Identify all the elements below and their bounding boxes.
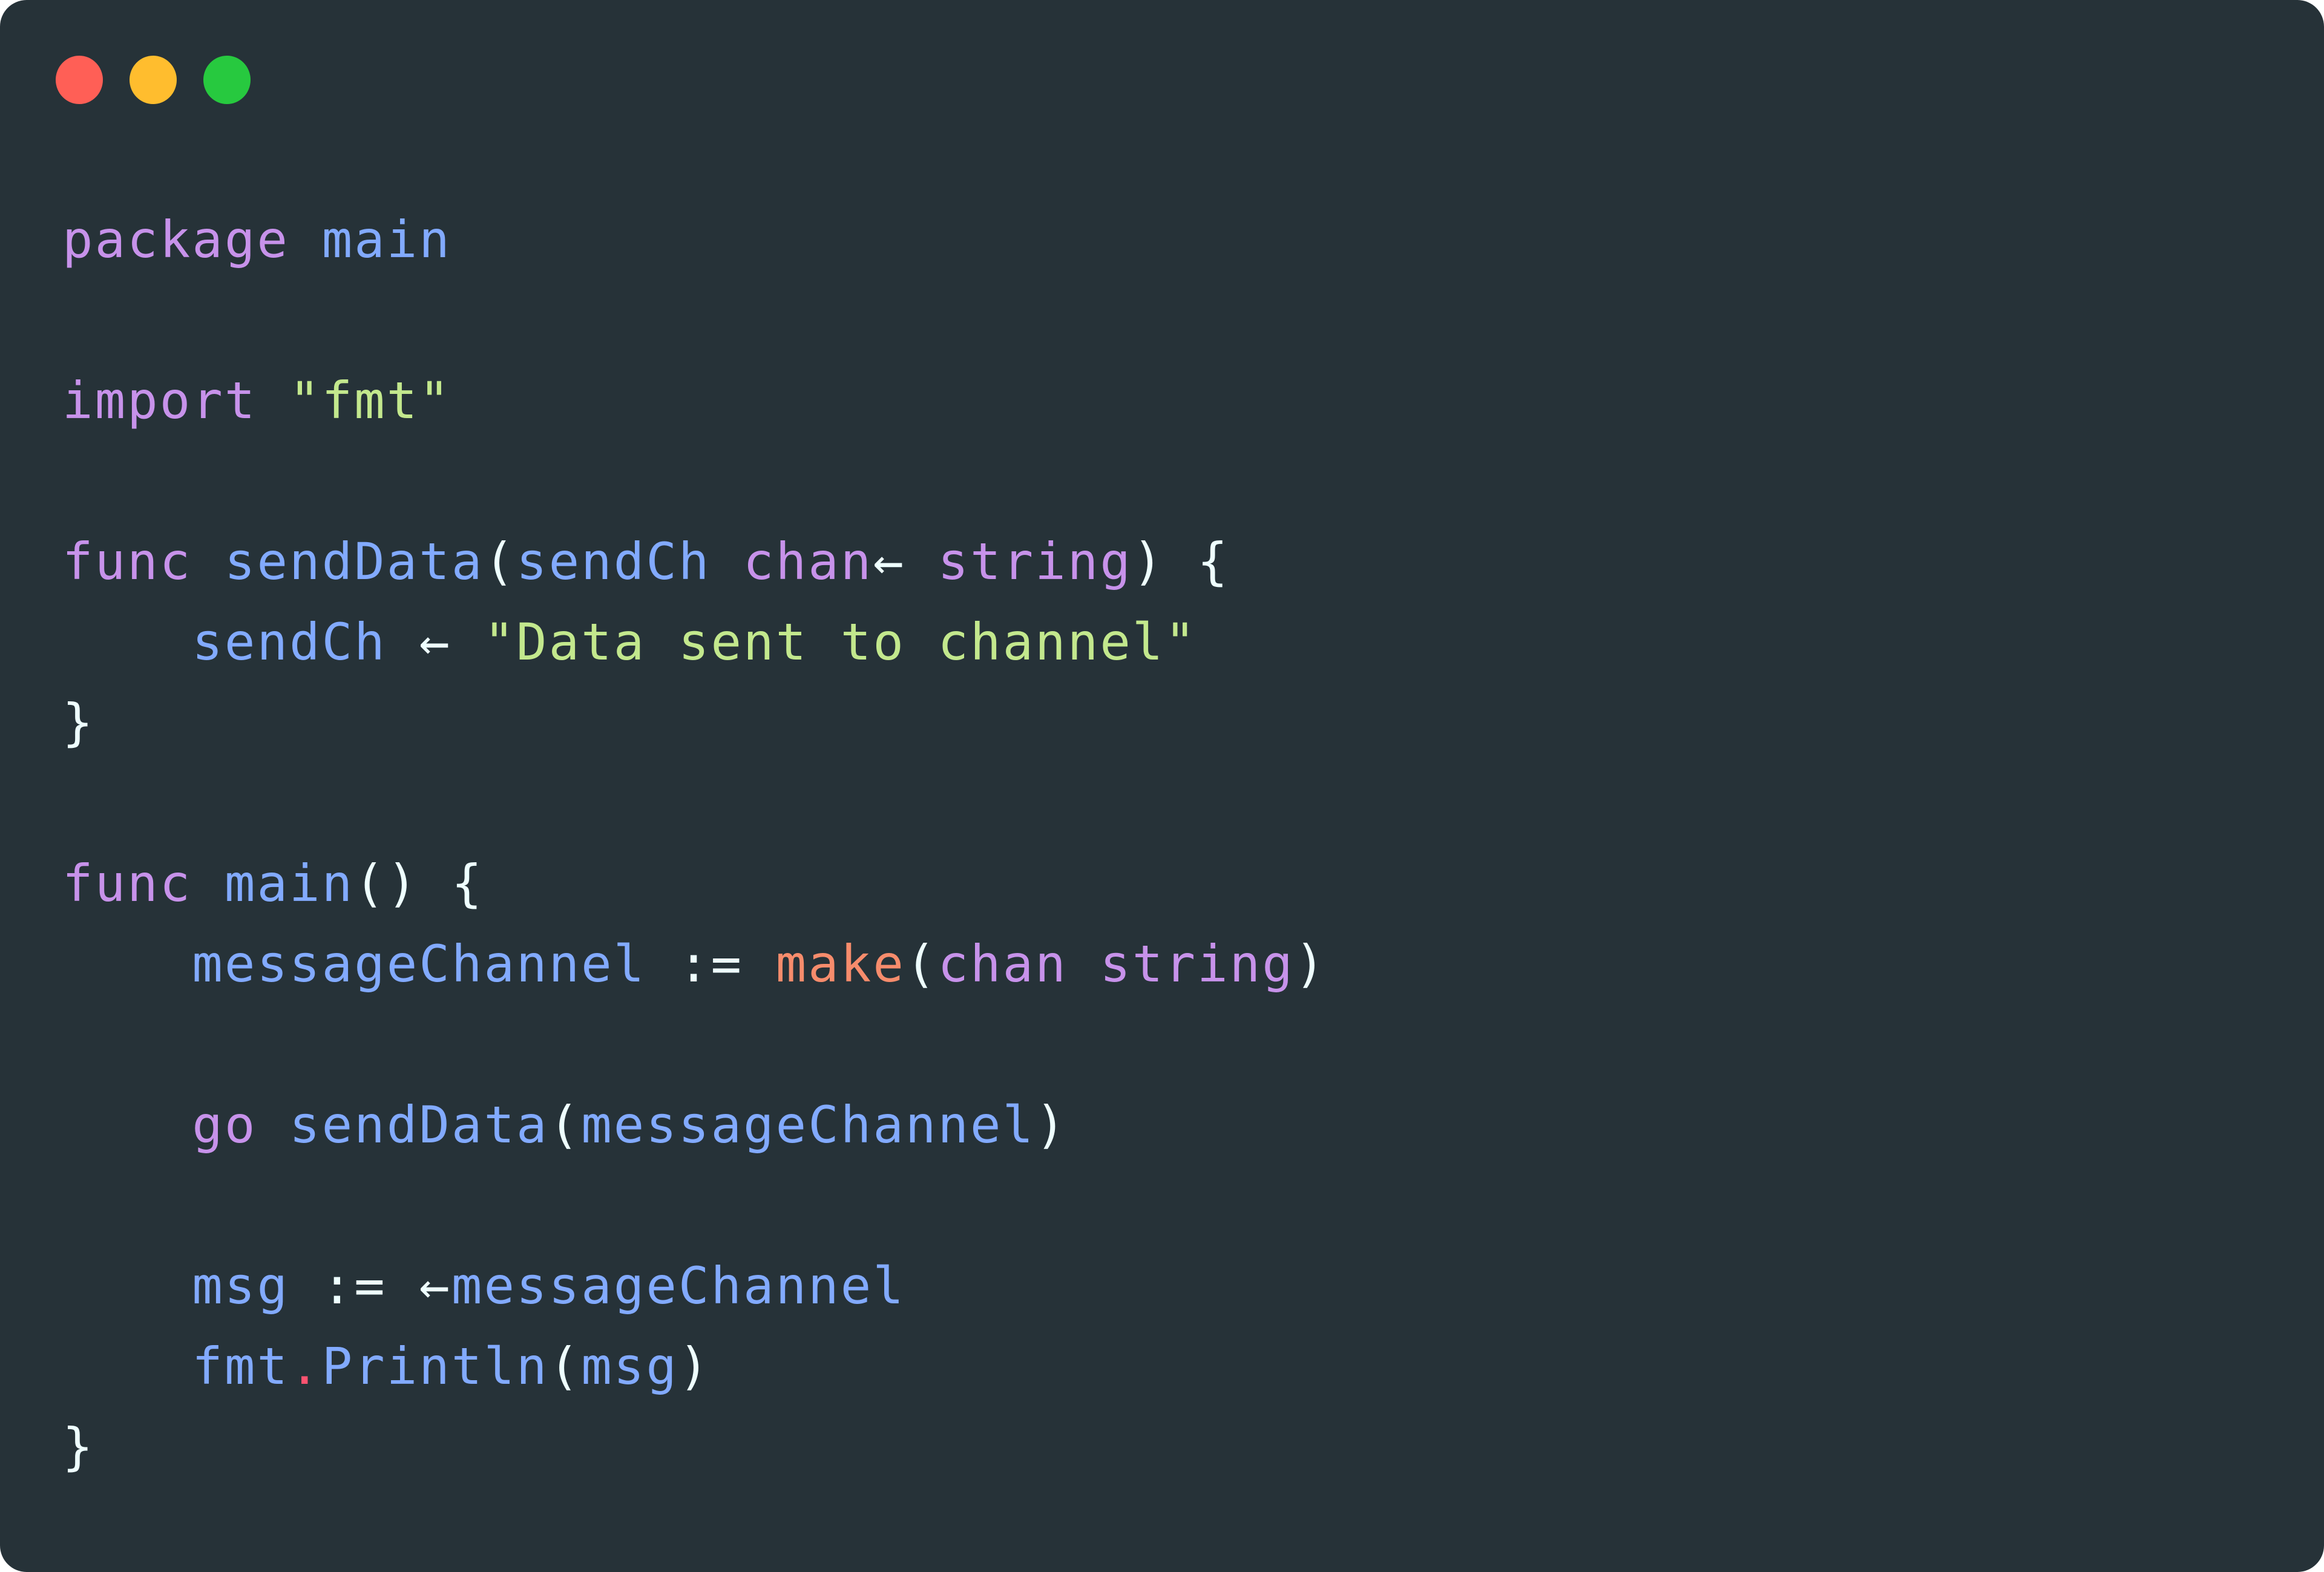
code-line: fmt.Println(msg) xyxy=(62,1326,1327,1407)
code-token: msg xyxy=(192,1256,290,1315)
code-token: sendCh xyxy=(192,612,387,672)
code-line: messageChannel := make(chan string) xyxy=(62,924,1327,1004)
code-line: msg := ←messageChannel xyxy=(62,1246,1327,1326)
code-token: fmt xyxy=(192,1337,290,1396)
code-line: import "fmt" xyxy=(62,361,1327,441)
maximize-button[interactable] xyxy=(203,56,251,104)
code-token: string xyxy=(1100,934,1295,994)
code-token: ( xyxy=(548,1095,582,1154)
code-token: ) { xyxy=(1132,532,1230,591)
code-line: func main() { xyxy=(62,843,1327,924)
close-button[interactable] xyxy=(56,56,103,104)
code-token: main xyxy=(321,210,451,269)
code-token: () { xyxy=(354,854,484,913)
code-window: package main import "fmt" func sendData(se… xyxy=(0,0,2324,1572)
code-token: ) xyxy=(678,1337,711,1396)
code-line: } xyxy=(62,1407,1327,1487)
code-token: main xyxy=(224,854,355,913)
code-token: msg xyxy=(581,1337,678,1396)
code-token: "Data sent to channel" xyxy=(484,612,1198,672)
code-token: ( xyxy=(905,934,938,994)
code-token: ) xyxy=(1294,934,1327,994)
code-token: chan xyxy=(743,532,873,591)
code-line: package main xyxy=(62,200,1327,280)
code-token: func xyxy=(62,854,192,913)
code-token: package xyxy=(62,210,290,269)
code-token: } xyxy=(62,1417,95,1476)
code-token: func xyxy=(62,532,192,591)
code-token: ( xyxy=(484,532,517,591)
code-token: "fmt" xyxy=(289,371,451,430)
code-line: sendCh ← "Data sent to channel" xyxy=(62,602,1327,683)
code-line: go sendData(messageChannel) xyxy=(62,1085,1327,1165)
code-token: Println xyxy=(321,1337,549,1396)
code-token: ( xyxy=(548,1337,582,1396)
code-token: sendData xyxy=(224,532,484,591)
code-token: go xyxy=(192,1095,257,1154)
code-token: := xyxy=(646,934,776,994)
code-token: ) xyxy=(1035,1095,1068,1154)
code-block: package main import "fmt" func sendData(se… xyxy=(62,200,1327,1487)
minimize-button[interactable] xyxy=(130,56,177,104)
code-token: messageChannel xyxy=(581,1095,1036,1154)
code-token: . xyxy=(289,1337,322,1396)
code-token: := ← xyxy=(289,1256,451,1315)
code-token: ← xyxy=(386,612,484,672)
code-token: sendData xyxy=(289,1095,549,1154)
code-token: import xyxy=(62,371,257,430)
code-line: func sendData(sendCh chan← string) { xyxy=(62,522,1327,602)
code-line: } xyxy=(62,683,1327,763)
code-token: messageChannel xyxy=(192,934,646,994)
code-token: sendCh xyxy=(516,532,711,591)
code-token: } xyxy=(62,693,95,752)
window-controls xyxy=(56,56,251,104)
code-token: string xyxy=(937,532,1132,591)
code-token: messageChannel xyxy=(451,1256,905,1315)
code-token: make xyxy=(775,934,905,994)
code-token: ← xyxy=(873,532,905,591)
code-token: chan xyxy=(937,934,1068,994)
